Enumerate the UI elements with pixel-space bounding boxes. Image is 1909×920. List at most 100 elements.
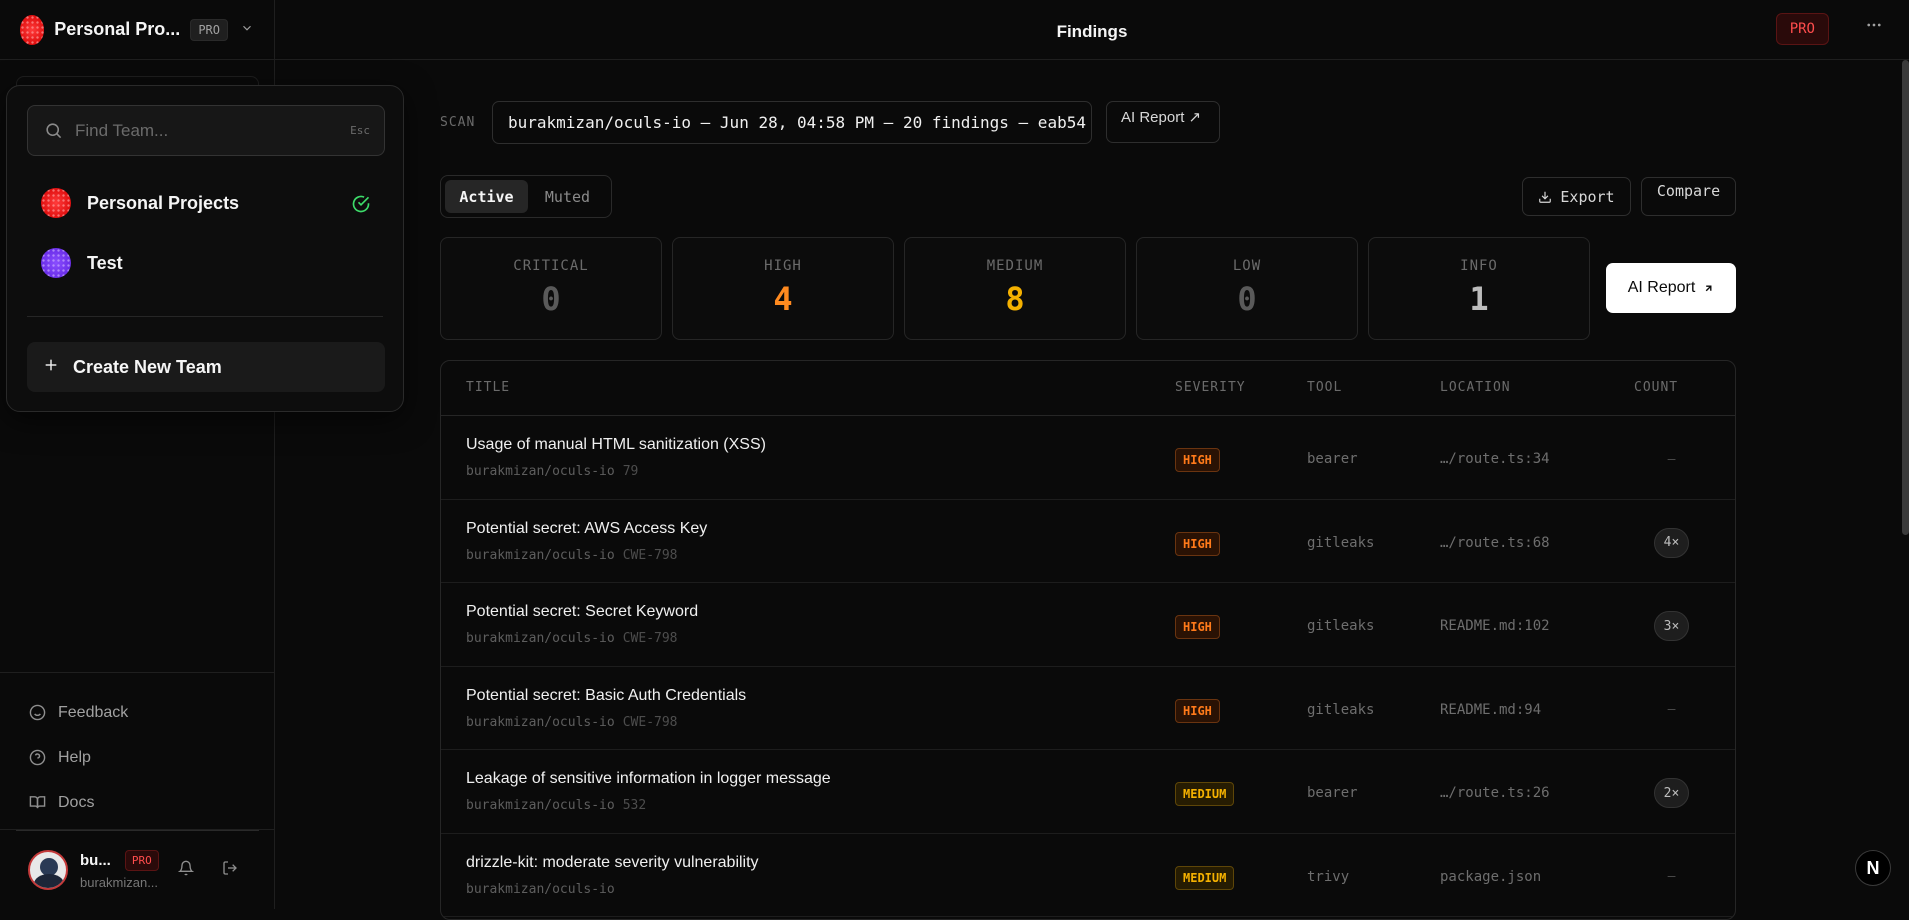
column-count[interactable]: COUNT [1634, 380, 1678, 395]
stat-label: INFO [1460, 258, 1498, 274]
table-row[interactable]: Leakage of sensitive information in logg… [441, 750, 1735, 834]
column-title[interactable]: TITLE [466, 380, 510, 395]
team-search: Esc [27, 105, 385, 156]
finding-location: …/route.ts:68 [1440, 534, 1550, 551]
severity-badge: MEDIUM [1175, 865, 1235, 890]
more-options-icon[interactable] [1865, 16, 1883, 40]
team-search-input[interactable] [75, 120, 335, 141]
scan-label: SCAN [440, 115, 476, 130]
finding-count: — [1667, 702, 1676, 717]
export-label: Export [1560, 187, 1615, 206]
bell-icon[interactable] [177, 860, 195, 881]
create-new-team-label: Create New Team [73, 356, 222, 377]
table-row[interactable]: drizzle-kit: moderate severity vulnerabi… [441, 834, 1735, 917]
compare-button[interactable]: Compare [1641, 177, 1736, 216]
chevron-down-icon[interactable] [240, 21, 254, 38]
stat-label: MEDIUM [986, 258, 1044, 274]
esc-hint: Esc [350, 124, 370, 137]
team-name: Personal Pro... [54, 19, 181, 39]
team-switcher[interactable]: Personal Pro... PRO [0, 0, 274, 60]
check-circle-icon [351, 194, 371, 219]
finding-title: Leakage of sensitive information in logg… [466, 770, 831, 787]
stat-medium[interactable]: MEDIUM 8 [904, 237, 1126, 340]
finding-location: …/route.ts:34 [1440, 451, 1550, 467]
team-avatar [41, 188, 71, 218]
team-avatar [41, 248, 71, 278]
sidebar-item-label: Docs [58, 793, 95, 811]
table-row[interactable]: Potential secret: Secret Keyword burakmi… [441, 583, 1735, 667]
nextjs-devtools-icon[interactable]: N [1855, 850, 1891, 886]
sidebar-item-docs[interactable]: Docs [0, 780, 275, 825]
ai-report-label: AI Report [1627, 279, 1696, 296]
stat-high[interactable]: HIGH 4 [672, 237, 894, 340]
finding-meta: burakmizan/oculs-io [466, 881, 615, 897]
table-row[interactable]: Usage of manual HTML sanitization (XSS) … [441, 416, 1735, 500]
download-icon [1538, 190, 1552, 204]
export-button[interactable]: Export [1522, 177, 1631, 216]
severity-badge: HIGH [1175, 531, 1220, 556]
user-profile: bu... PRO burakmizan... [0, 829, 275, 909]
status-tabs: Active Muted [440, 175, 612, 218]
table-header: TITLE SEVERITY TOOL LOCATION COUNT [441, 361, 1735, 416]
sidebar-footer: Feedback Help Docs bu... PRO burakmizan.… [0, 672, 275, 909]
stat-value: 1 [1469, 280, 1489, 318]
finding-title: Potential secret: Secret Keyword [466, 603, 699, 620]
finding-title: Usage of manual HTML sanitization (XSS) [466, 436, 766, 453]
plus-icon [43, 356, 59, 379]
divider [27, 316, 383, 317]
stat-low[interactable]: LOW 0 [1136, 237, 1358, 340]
finding-count: 4× [1654, 527, 1689, 558]
severity-badge: HIGH [1175, 448, 1220, 472]
sidebar-item-label: Help [58, 748, 91, 766]
severity-badge: MEDIUM [1175, 782, 1235, 806]
stat-value: 4 [773, 280, 793, 318]
ai-report-link-button[interactable]: AI Report ↗ [1106, 101, 1220, 143]
finding-count: — [1667, 869, 1676, 884]
tab-muted[interactable]: Muted [528, 180, 607, 213]
stat-critical[interactable]: CRITICAL 0 [440, 237, 662, 340]
book-icon [28, 794, 46, 812]
avatar[interactable] [28, 849, 68, 890]
column-severity[interactable]: SEVERITY [1175, 380, 1246, 395]
finding-location: package.json [1440, 868, 1542, 885]
finding-meta: burakmizan/oculs-io CWE-798 [466, 547, 678, 563]
finding-tool: bearer [1307, 785, 1358, 801]
finding-tool: bearer [1307, 451, 1358, 467]
finding-tool: gitleaks [1307, 701, 1375, 718]
table-row[interactable]: Potential secret: AWS Access Key burakmi… [441, 500, 1735, 583]
team-option-test[interactable]: Test [41, 248, 371, 278]
scan-select[interactable]: burakmizan/oculs-io — Jun 28, 04:58 PM —… [492, 101, 1092, 144]
stat-value: 0 [541, 280, 561, 318]
team-option-personal-projects[interactable]: Personal Projects [41, 188, 371, 218]
finding-tool: gitleaks [1307, 618, 1375, 634]
sidebar-item-feedback[interactable]: Feedback [0, 690, 275, 735]
stat-info[interactable]: INFO 1 [1368, 237, 1590, 340]
sidebar-item-help[interactable]: Help [0, 735, 275, 780]
user-plan-badge: PRO [124, 849, 159, 871]
pro-badge-button[interactable]: PRO [1775, 13, 1829, 45]
team-dropdown: Esc Personal Projects Test Create New Te… [6, 85, 404, 412]
severity-badge: HIGH [1175, 698, 1220, 723]
team-option-label: Personal Projects [87, 192, 240, 213]
stat-label: LOW [1232, 258, 1262, 274]
create-new-team-button[interactable]: Create New Team [27, 342, 385, 392]
stat-value: 0 [1237, 280, 1257, 318]
finding-title: drizzle-kit: moderate severity vulnerabi… [466, 853, 759, 871]
table-row[interactable]: Potential secret: Basic Auth Credentials… [441, 667, 1735, 750]
finding-location: README.md:94 [1440, 701, 1542, 718]
column-location[interactable]: LOCATION [1440, 380, 1511, 395]
findings-table: TITLE SEVERITY TOOL LOCATION COUNT Usage… [440, 360, 1736, 920]
logout-icon[interactable] [222, 860, 238, 881]
ai-report-button[interactable]: AI Report [1606, 263, 1736, 313]
finding-meta: burakmizan/oculs-io 79 [466, 464, 639, 479]
arrow-up-right-icon [1703, 283, 1714, 294]
finding-meta: burakmizan/oculs-io CWE-798 [466, 714, 678, 730]
team-option-label: Test [87, 252, 123, 273]
column-tool[interactable]: TOOL [1307, 380, 1342, 395]
tab-active[interactable]: Active [445, 180, 528, 213]
scrollbar-thumb[interactable] [1902, 60, 1909, 535]
page-title: Findings [1056, 22, 1128, 41]
finding-location: README.md:102 [1440, 618, 1550, 634]
page-scrollbar[interactable] [1902, 60, 1909, 909]
stat-label: CRITICAL [513, 258, 589, 274]
